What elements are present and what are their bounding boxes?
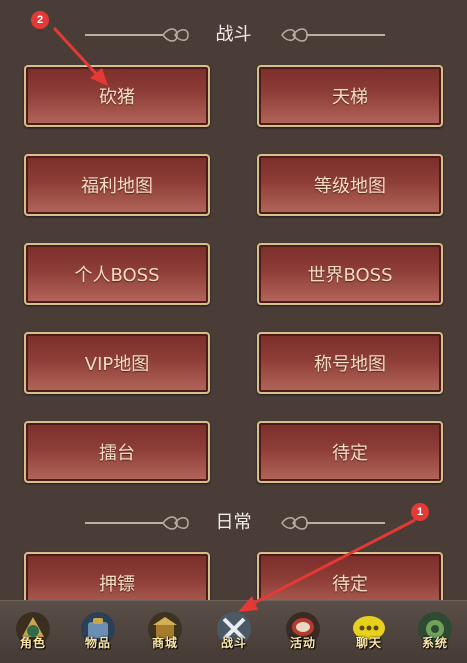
nav-shop-label: 商城 [151,636,178,650]
world-boss-button[interactable]: 世界BOSS [257,243,443,305]
title-map-button[interactable]: 称号地图 [257,332,443,394]
annotation-badge-2: 2 [31,11,49,29]
nav-activity-label: 活动 [289,636,316,650]
kanzhu-button[interactable]: 砍猪 [24,65,210,127]
nav-battle[interactable]: 战斗 [210,607,258,657]
ornament-right-icon [281,516,385,530]
nav-role-label: 角色 [19,636,46,650]
daily-section-header: 日常 [0,508,467,538]
nav-activity[interactable]: 活动 [279,607,327,657]
personal-boss-button[interactable]: 个人BOSS [24,243,210,305]
nav-shop[interactable]: 商城 [141,607,189,657]
nav-chat-label: 聊天 [355,636,382,650]
nav-system[interactable]: 系统 [411,607,459,657]
annotation-badge-1: 1 [411,503,429,521]
nav-battle-label: 战斗 [220,636,247,650]
nav-items-label: 物品 [84,636,111,650]
daily-section-title: 日常 [215,512,252,533]
arena-button[interactable]: 擂台 [24,421,210,483]
tianti-button[interactable]: 天梯 [257,65,443,127]
battle-section-title: 战斗 [215,24,252,45]
bottom-nav-bar: 角色 物品 商城 战斗 活动 聊天 系统 [0,600,467,663]
ornament-right-icon [281,28,385,42]
level-map-button[interactable]: 等级地图 [257,154,443,216]
vip-map-button[interactable]: VIP地图 [24,332,210,394]
nav-items[interactable]: 物品 [74,607,122,657]
nav-chat[interactable]: 聊天 [345,607,393,657]
nav-role[interactable]: 角色 [9,607,57,657]
welfare-map-button[interactable]: 福利地图 [24,154,210,216]
pending-button[interactable]: 待定 [257,421,443,483]
nav-system-label: 系统 [421,636,448,650]
battle-section-header: 战斗 [0,20,467,50]
